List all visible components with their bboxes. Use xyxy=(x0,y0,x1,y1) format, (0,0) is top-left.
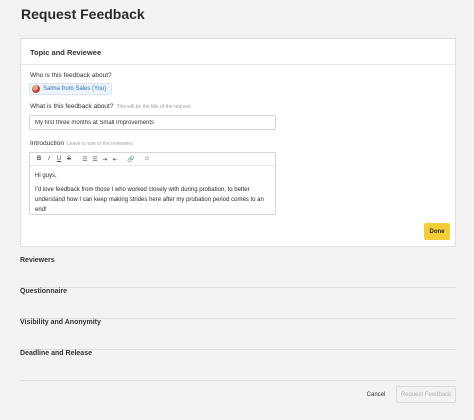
bold-icon[interactable]: B xyxy=(34,156,44,162)
reviewee-chip-label: Salma from Sales (You) xyxy=(43,86,107,92)
section-deadline-release[interactable]: Deadline and Release xyxy=(20,350,456,381)
request-feedback-button[interactable]: Request Feedback xyxy=(396,386,456,403)
section-reviewers[interactable]: Reviewers xyxy=(20,257,456,288)
section-label: Deadline and Release xyxy=(20,350,92,357)
section-label: Questionnaire xyxy=(20,288,68,295)
introduction-editor[interactable]: B I U S ☰ ☰ ⇥ ⇤ 🔗 ☺ Hi guys, I'd love fe… xyxy=(29,152,276,215)
intro-label: Introduction xyxy=(30,140,64,147)
who-label: Who is this feedback about? xyxy=(30,72,112,79)
intro-hint: Leave a note to the reviewers xyxy=(66,141,133,147)
numbered-list-icon[interactable]: ☰ xyxy=(90,156,100,163)
bullet-list-icon[interactable]: ☰ xyxy=(80,156,90,163)
intro-paragraph: I'd love feedback from those I who worke… xyxy=(35,187,264,213)
request-title-input[interactable] xyxy=(29,115,276,130)
card-header: Topic and Reviewee xyxy=(21,39,455,65)
avatar xyxy=(32,85,40,93)
indent-icon[interactable]: ⇥ xyxy=(100,156,110,163)
strikethrough-icon[interactable]: S xyxy=(64,156,74,162)
cancel-button[interactable]: Cancel xyxy=(361,386,391,403)
reviewee-chip[interactable]: Salma from Sales (You) xyxy=(29,83,113,95)
what-label: What is this feedback about? xyxy=(30,103,114,110)
what-hint: This will be the title of the request xyxy=(116,104,191,110)
page-title: Request Feedback xyxy=(21,6,145,22)
topic-reviewee-card: Topic and Reviewee Who is this feedback … xyxy=(20,38,456,247)
section-questionnaire[interactable]: Questionnaire xyxy=(20,288,456,319)
section-visibility-anonymity[interactable]: Visibility and Anonymity xyxy=(20,319,456,350)
outdent-icon[interactable]: ⇤ xyxy=(110,156,120,163)
link-icon[interactable]: 🔗 xyxy=(126,156,136,163)
italic-icon[interactable]: I xyxy=(44,156,54,162)
editor-toolbar: B I U S ☰ ☰ ⇥ ⇤ 🔗 ☺ xyxy=(30,153,275,166)
emoji-icon[interactable]: ☺ xyxy=(142,156,152,162)
intro-label-row: Introduction Leave a note to the reviewer… xyxy=(30,140,133,147)
what-label-row: What is this feedback about? This will be… xyxy=(30,103,191,110)
done-button[interactable]: Done xyxy=(424,223,450,240)
intro-paragraph: Hi guys, xyxy=(35,173,57,179)
section-label: Visibility and Anonymity xyxy=(20,319,101,326)
section-label: Reviewers xyxy=(20,257,55,264)
underline-icon[interactable]: U xyxy=(54,156,64,162)
editor-content[interactable]: Hi guys, I'd love feedback from those I … xyxy=(30,166,275,215)
